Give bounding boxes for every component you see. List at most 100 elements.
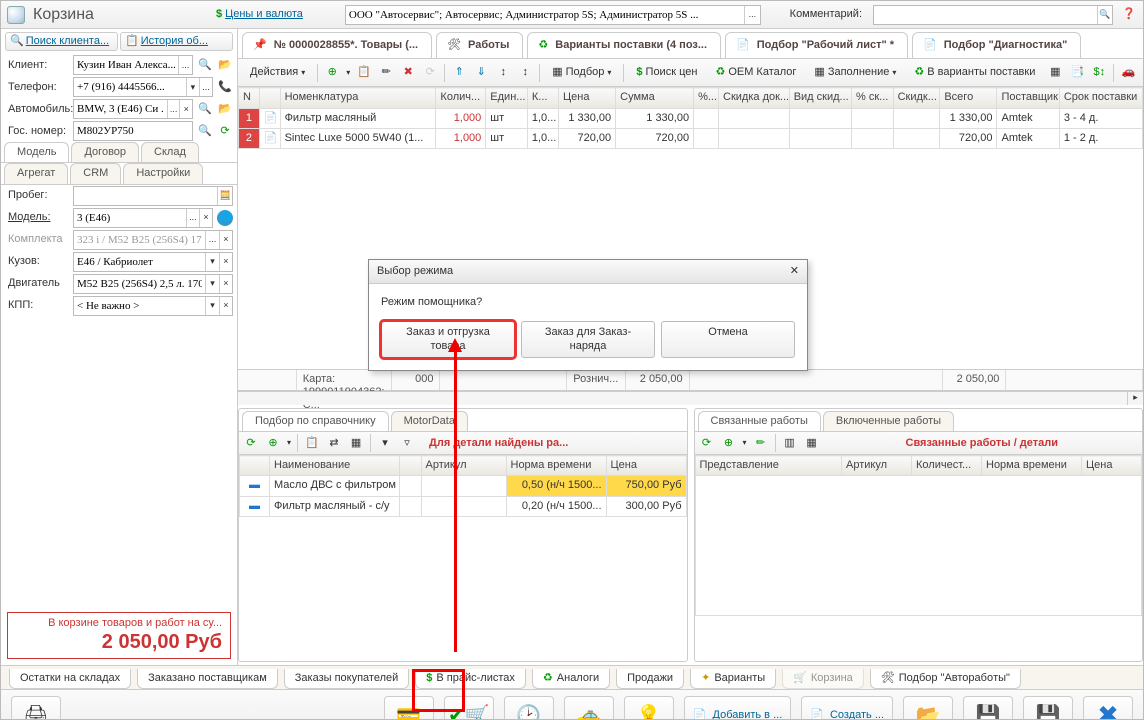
tb-icon2[interactable]: 📑: [1069, 65, 1085, 81]
table-row[interactable]: ▬Масло ДВС с фильтром - замена0,50 (н/ч …: [240, 476, 687, 496]
goods-table[interactable]: NНоменклатураКолич...Един...К...ЦенаСумм…: [238, 87, 1143, 149]
swap-icon[interactable]: ⇄: [326, 435, 342, 451]
sort2-icon[interactable]: ↕: [517, 65, 533, 81]
open-icon[interactable]: 📂: [217, 57, 233, 73]
kpp-input[interactable]: ▾×: [73, 296, 233, 316]
hint-button[interactable]: 💡: [624, 696, 674, 720]
tab-model[interactable]: Модель: [4, 142, 69, 162]
refresh-icon[interactable]: ⟳: [217, 123, 233, 139]
history-button[interactable]: 🕑: [504, 696, 554, 720]
card-button[interactable]: 💳: [384, 696, 434, 720]
modal-order-naryad-button[interactable]: Заказ для Заказ-наряда: [521, 321, 655, 357]
prices-currency-button[interactable]: $ Цены и валюта: [210, 5, 309, 24]
ref-table[interactable]: НаименованиеАртикулНорма времениЦена ▬Ма…: [239, 455, 687, 517]
refresh-icon[interactable]: ⟳: [243, 435, 259, 451]
gosnumber-input[interactable]: [73, 121, 193, 141]
btab-variants[interactable]: ✦Варианты: [690, 669, 776, 689]
add-to-button[interactable]: 📄Добавить в ...: [684, 696, 791, 720]
search-client-button[interactable]: 🔍 Поиск клиента...: [5, 32, 118, 51]
comment-input[interactable]: 🔍: [873, 5, 1113, 25]
btab-customer-orders[interactable]: Заказы покупателей: [284, 669, 410, 689]
folder-up-button[interactable]: 📂: [903, 696, 953, 720]
refresh-icon[interactable]: ⟳: [699, 435, 715, 451]
tab-podbor-diag[interactable]: 📄Подбор "Диагностика": [912, 32, 1081, 58]
down-icon[interactable]: ⇓: [473, 65, 489, 81]
dial-icon[interactable]: 📞: [217, 79, 233, 95]
btab-podbor-auto[interactable]: 🛠Подбор "Авторабoты": [870, 669, 1021, 689]
car-search-icon[interactable]: 🔍: [197, 101, 213, 117]
comment-search-icon[interactable]: 🔍: [1097, 6, 1112, 24]
rel-table[interactable]: ПредставлениеАртикулКоличест...Норма вре…: [695, 455, 1143, 616]
table-row[interactable]: 1📄Фильтр масляный1,000шт1,0...1 330,001 …: [239, 108, 1143, 128]
btab-stock[interactable]: Остатки на складах: [9, 669, 131, 689]
btab-pricelists[interactable]: $В прайс-листах: [415, 669, 526, 689]
refresh-icon[interactable]: ⟳: [422, 65, 438, 81]
globe-icon[interactable]: 🌐: [217, 210, 233, 226]
modal-close-icon[interactable]: ✕: [790, 265, 799, 278]
vehicle-button[interactable]: 🚕: [564, 696, 614, 720]
tab-contract[interactable]: Договор: [71, 142, 139, 162]
client-input[interactable]: ...: [73, 55, 193, 75]
delete-icon[interactable]: ✖: [400, 65, 416, 81]
filter-off-icon[interactable]: ▿: [399, 435, 415, 451]
copy-icon[interactable]: 📋: [356, 65, 372, 81]
checkout-button[interactable]: ✔🛒: [444, 696, 494, 720]
tab-ref-podbor[interactable]: Подбор по справочнику: [242, 411, 389, 431]
car-icon[interactable]: 🚗: [1120, 65, 1136, 81]
tab-related[interactable]: Связанные работы: [698, 411, 821, 431]
to-variants-button[interactable]: ♻В варианты поставки: [908, 63, 1041, 82]
tb-icon1[interactable]: ▦: [1047, 65, 1063, 81]
edit-icon[interactable]: ✏: [753, 435, 769, 451]
tab-podbor-worksheet[interactable]: 📄Подбор "Рабочий лист" *: [725, 32, 908, 58]
tab-warehouse[interactable]: Склад: [141, 142, 199, 162]
podbor-button[interactable]: ▦Подбор▾: [546, 63, 617, 82]
btab-cart[interactable]: 🛒Корзина: [782, 669, 864, 689]
kuzov-input[interactable]: ▾×: [73, 252, 233, 272]
model-input[interactable]: ...×: [73, 208, 213, 228]
org-combo-dropdown[interactable]: ...: [744, 6, 759, 24]
btab-ordered[interactable]: Заказано поставщикам: [137, 669, 278, 689]
copy-icon[interactable]: ▥: [782, 435, 798, 451]
fill-button[interactable]: ▦Заполнение▾: [808, 63, 902, 82]
org-combo[interactable]: ...: [345, 5, 761, 25]
table-row[interactable]: 2📄Sintec Luxe 5000 5W40 (1...1,000шт1,0.…: [239, 128, 1143, 148]
history-button[interactable]: 📋 История об...: [120, 32, 233, 51]
car-input[interactable]: ...×: [73, 99, 193, 119]
save-button[interactable]: 💾: [963, 696, 1013, 720]
add-icon[interactable]: ⊕: [324, 65, 340, 81]
actions-button[interactable]: Действия▾: [244, 63, 311, 82]
save-close-button[interactable]: 💾: [1023, 696, 1073, 720]
calc-icon[interactable]: 🧮: [217, 187, 232, 205]
oem-button[interactable]: ♻OEM Каталог: [709, 63, 802, 82]
modal-cancel-button[interactable]: Отмена: [661, 321, 795, 357]
search-icon[interactable]: 🔍: [197, 57, 213, 73]
tab-settings[interactable]: Настройки: [123, 163, 203, 183]
komplekt-input[interactable]: ...×: [73, 230, 233, 250]
btab-analogs[interactable]: ♻Аналоги: [532, 669, 610, 689]
cols-icon[interactable]: ▦: [348, 435, 364, 451]
tb-icon3[interactable]: $↕: [1091, 65, 1107, 81]
mileage-input[interactable]: 🧮: [73, 186, 233, 206]
add-icon[interactable]: ⊕: [721, 435, 737, 451]
model-link[interactable]: Модель:: [5, 209, 69, 226]
up-icon[interactable]: ⇑: [451, 65, 467, 81]
help-icon[interactable]: ❓: [1121, 7, 1137, 23]
engine-input[interactable]: ▾×: [73, 274, 233, 294]
tab-goods[interactable]: 📌№ 0000028855*. Товары (...: [242, 32, 432, 58]
hscroll-right[interactable]: ▸: [1127, 392, 1143, 405]
close-button[interactable]: ✖: [1083, 696, 1133, 720]
tab-aggregate[interactable]: Агрегат: [4, 163, 68, 183]
tab-supply-variants[interactable]: ♻Варианты поставки (4 поз...: [527, 32, 721, 58]
car-open-icon[interactable]: 📂: [217, 101, 233, 117]
table-row[interactable]: ▬Фильтр масляный - с/у0,20 (н/ч 1500...3…: [240, 496, 687, 516]
btab-sales[interactable]: Продажи: [616, 669, 684, 689]
sort-icon[interactable]: ↕: [495, 65, 511, 81]
edit-icon[interactable]: ✏: [378, 65, 394, 81]
add-icon[interactable]: ⊕: [265, 435, 281, 451]
create-button[interactable]: 📄Создать ...: [801, 696, 893, 720]
tab-works[interactable]: 🛠Работы: [436, 32, 523, 58]
copy-icon[interactable]: 📋: [304, 435, 320, 451]
tab-crm[interactable]: CRM: [70, 163, 121, 183]
phone-input[interactable]: ▾...: [73, 77, 213, 97]
filter-icon[interactable]: ▾: [377, 435, 393, 451]
